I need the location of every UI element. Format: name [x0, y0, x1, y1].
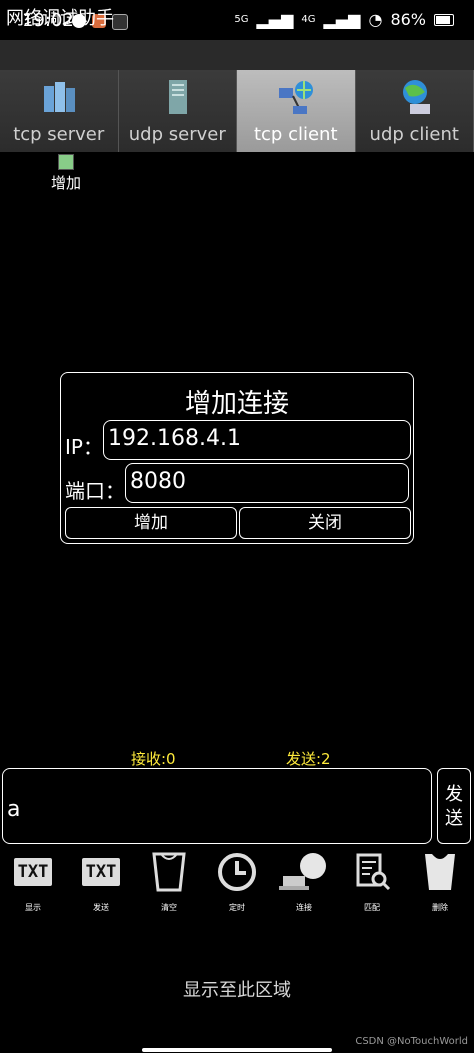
dialog-title: 增加连接	[184, 389, 289, 419]
ip-input[interactable]: 192.168.4.1	[103, 420, 411, 460]
tool-label: 显示	[25, 903, 41, 912]
connect-icon	[279, 853, 326, 890]
port-input[interactable]: 8080	[125, 463, 409, 503]
tab-tcp-client[interactable]: tcp client	[237, 70, 356, 152]
tab-udp-client[interactable]: udp client	[355, 70, 474, 152]
tool-label: 发送	[93, 903, 109, 912]
ip-label: IP：	[65, 435, 103, 459]
tab-udp-server[interactable]: udp server	[118, 70, 237, 152]
display-area-label: 显示至此区域	[183, 980, 291, 1001]
tool-delete[interactable]: 删除	[412, 852, 468, 916]
document-search-icon	[356, 853, 391, 891]
signal-5g-icon: 5G	[234, 13, 249, 25]
tool-display[interactable]: TXT 显示	[5, 852, 61, 916]
txt-send-icon: TXT	[82, 858, 120, 886]
tool-clear[interactable]: 清空	[141, 852, 197, 916]
add-connection-dialog: 增加连接 IP： 192.168.4.1 端口： 8080 增加 关闭	[60, 372, 414, 544]
receive-counter: 接收:0	[131, 750, 176, 768]
tab-label: udp client	[369, 124, 459, 145]
tab-label: tcp client	[253, 124, 338, 145]
send-label-2: 送	[445, 808, 463, 829]
title-bar	[0, 40, 474, 71]
add-shortcut-label: 增加	[50, 174, 81, 192]
port-label: 端口：	[65, 479, 125, 503]
cup-delete-icon	[425, 854, 455, 890]
tab-bar: tcp server udp server tcp client udp cli…	[0, 70, 474, 152]
tool-match[interactable]: 匹配	[344, 852, 400, 916]
clock-icon	[218, 853, 256, 891]
tab-label: udp server	[128, 124, 226, 145]
tool-label: 连接	[296, 903, 312, 912]
add-button[interactable]: 增加	[65, 507, 237, 539]
tool-label: 删除	[432, 903, 448, 912]
send-button[interactable]: 发 送	[437, 768, 471, 844]
tool-connect[interactable]: 连接	[276, 852, 332, 916]
tab-tcp-server[interactable]: tcp server	[0, 70, 119, 152]
watermark: CSDN @NoTouchWorld	[355, 1036, 468, 1047]
home-indicator[interactable]	[142, 1048, 332, 1052]
tool-label: 清空	[161, 903, 177, 912]
servers-icon	[44, 82, 75, 112]
tab-label: tcp server	[13, 124, 105, 145]
tool-label: 定时	[229, 903, 245, 912]
add-connection-shortcut[interactable]: 增加	[46, 152, 86, 192]
cup-clear-icon	[152, 852, 186, 892]
signal-bars-icon-2: ▂▄▆	[323, 10, 361, 29]
send-label-1: 发	[445, 784, 463, 805]
signal-4g-icon: 4G	[301, 13, 316, 25]
add-icon	[58, 154, 74, 170]
app-title: 网络调试助手	[6, 8, 114, 29]
status-indicators: 5G ▂▄▆ 4G ▂▄▆ ◔ 86%	[234, 10, 454, 29]
tool-send[interactable]: TXT 发送	[73, 852, 129, 916]
globe-computer-icon	[402, 80, 430, 114]
battery-text: 86%	[390, 10, 426, 29]
battery-icon	[434, 13, 454, 26]
wifi-icon: ◔	[368, 10, 383, 29]
signal-bars-icon: ▂▄▆	[256, 10, 294, 29]
send-counter: 发送:2	[286, 750, 331, 768]
network-globe-icon	[279, 81, 313, 114]
close-button[interactable]: 关闭	[239, 507, 411, 539]
tool-timer[interactable]: 定时	[209, 852, 265, 916]
app-notification-icon-3	[112, 14, 128, 30]
tool-label: 匹配	[364, 903, 380, 912]
server-tower-icon	[168, 80, 187, 114]
message-input[interactable]: a	[2, 768, 432, 844]
txt-display-icon: TXT	[14, 858, 52, 886]
